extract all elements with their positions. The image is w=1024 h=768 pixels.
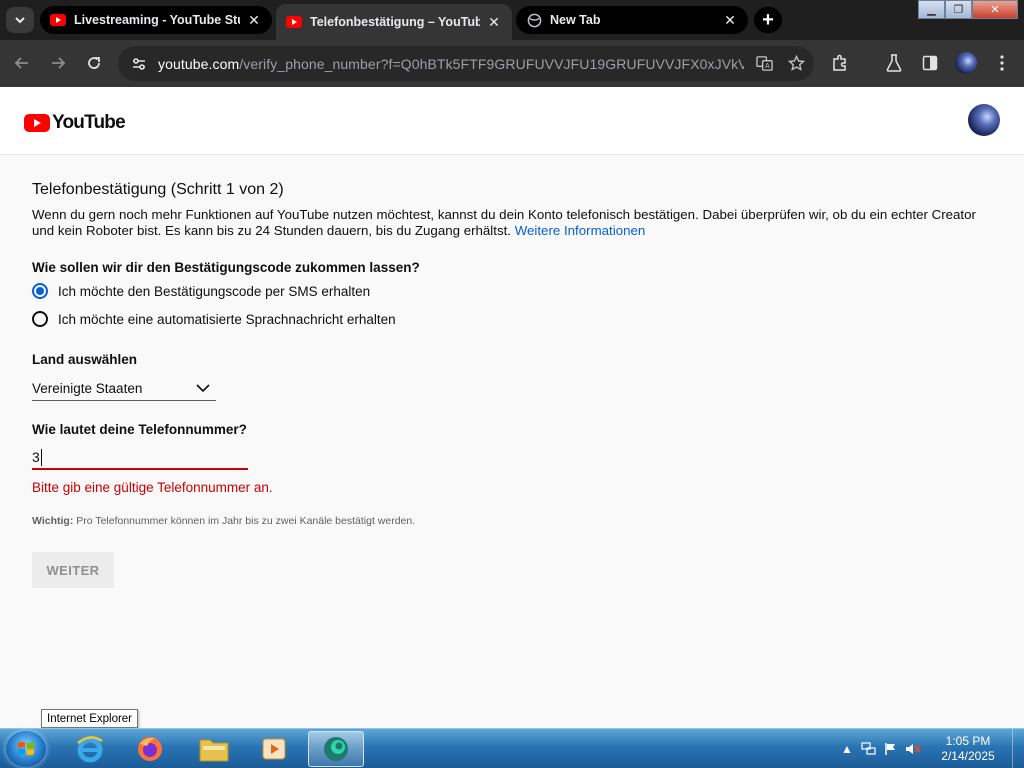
tab-search-button[interactable]: [6, 7, 34, 33]
start-button[interactable]: [6, 731, 46, 767]
new-tab-button[interactable]: +: [754, 7, 782, 33]
forward-arrow-icon[interactable]: [46, 51, 70, 75]
tab-title: Livestreaming - YouTube Studio: [74, 13, 240, 27]
action-center-flag-icon[interactable]: [880, 738, 902, 760]
tab-title: Telefonbestätigung – YouTube: [310, 15, 480, 29]
windows-logo-icon: [18, 741, 34, 756]
file-explorer-taskbar-button[interactable]: [186, 731, 242, 767]
url-host: youtube.com: [158, 55, 240, 72]
tab-new-tab[interactable]: New Tab ✕: [516, 6, 748, 34]
note-text: Pro Telefonnummer können im Jahr bis zu …: [76, 515, 416, 527]
system-tray: ▲ 1:05 PM 2/14/2025: [836, 729, 1024, 768]
more-info-link[interactable]: Weitere Informationen: [515, 223, 646, 238]
country-select-value: Vereinigte Staaten: [32, 380, 143, 396]
phone-number-input[interactable]: [32, 446, 248, 470]
tab-title: New Tab: [550, 13, 601, 27]
taskbar-tooltip: Internet Explorer: [41, 709, 139, 728]
browser-app-icon: [324, 737, 348, 761]
delivery-method-label: Wie sollen wir dir den Bestätigungscode …: [32, 260, 420, 275]
url-path: /verify_phone_number?f=Q0hBTk5FTF9GRUFUV…: [239, 55, 744, 72]
side-panel-icon[interactable]: [918, 51, 942, 75]
browser-taskbar-button[interactable]: [308, 731, 364, 767]
youtube-wordmark: YouTube: [52, 112, 126, 133]
media-player-taskbar-button[interactable]: [246, 731, 302, 767]
radio-voice[interactable]: [32, 311, 48, 327]
browser-tabstrip: Livestreaming - YouTube Studio ✕ Telefon…: [0, 0, 1024, 40]
youtube-header: YouTube: [0, 87, 1024, 155]
address-bar[interactable]: youtube.com/verify_phone_number?f=Q0hBTk…: [118, 46, 814, 81]
volume-muted-icon[interactable]: [902, 738, 924, 760]
form-description: Wenn du gern noch mehr Funktionen auf Yo…: [32, 207, 992, 239]
tab-close-icon[interactable]: ✕: [486, 14, 502, 30]
svg-text:A: A: [765, 62, 770, 70]
labs-flask-icon[interactable]: [882, 51, 906, 75]
clock-date: 2/14/2025: [941, 749, 995, 763]
next-button[interactable]: WEITER: [32, 552, 114, 588]
option-voice-label: Ich möchte eine automatisierte Sprachnac…: [58, 311, 396, 327]
option-voice[interactable]: Ich möchte eine automatisierte Sprachnac…: [32, 311, 396, 327]
window-controls: ▁ ❐ ✕: [918, 0, 1018, 20]
firefox-icon: [138, 737, 162, 761]
clock-time: 1:05 PM: [945, 734, 991, 748]
network-icon[interactable]: [858, 738, 880, 760]
account-avatar[interactable]: [968, 104, 1000, 136]
media-player-icon: [262, 738, 286, 760]
tab-close-icon[interactable]: ✕: [722, 12, 738, 28]
profile-avatar[interactable]: [954, 51, 978, 75]
site-settings-icon[interactable]: [126, 56, 152, 72]
internet-explorer-taskbar-button[interactable]: [62, 731, 118, 767]
globe-icon: [526, 12, 542, 28]
radio-sms[interactable]: [32, 283, 48, 299]
important-note: Wichtig: Pro Telefonnummer können im Jah…: [32, 515, 415, 527]
translate-icon[interactable]: A: [752, 52, 776, 76]
tab-livestreaming[interactable]: Livestreaming - YouTube Studio ✕: [40, 6, 272, 34]
kebab-menu-icon[interactable]: [990, 51, 1014, 75]
show-desktop-button[interactable]: [1012, 729, 1024, 768]
phone-error-message: Bitte gib eine gültige Telefonnummer an.: [32, 480, 273, 495]
taskbar-clock[interactable]: 1:05 PM 2/14/2025: [930, 734, 1006, 764]
text-caret: [41, 449, 42, 466]
show-hidden-icons-icon[interactable]: ▲: [836, 738, 858, 760]
youtube-favicon-icon: [50, 12, 66, 28]
country-label: Land auswählen: [32, 352, 138, 367]
bookmark-star-icon[interactable]: [784, 52, 808, 76]
back-arrow-icon[interactable]: [10, 51, 34, 75]
chevron-down-icon: [196, 383, 210, 392]
maximize-button[interactable]: ❐: [945, 0, 972, 19]
minimize-button[interactable]: ▁: [918, 0, 945, 19]
windows-taskbar: ▲ 1:05 PM 2/14/2025: [0, 728, 1024, 768]
chevron-down-icon: [15, 17, 25, 24]
close-window-button[interactable]: ✕: [972, 0, 1018, 19]
tab-close-icon[interactable]: ✕: [246, 12, 262, 28]
internet-explorer-icon: [77, 736, 103, 763]
country-select[interactable]: Vereinigte Staaten: [32, 376, 216, 401]
browser-toolbar: youtube.com/verify_phone_number?f=Q0hBTk…: [0, 40, 1024, 87]
firefox-taskbar-button[interactable]: [122, 731, 178, 767]
youtube-favicon-icon: [286, 14, 302, 30]
reload-icon[interactable]: [82, 51, 106, 75]
phone-label: Wie lautet deine Telefonnummer?: [32, 422, 247, 437]
description-text: Wenn du gern noch mehr Funktionen auf Yo…: [32, 207, 976, 238]
youtube-logo[interactable]: YouTube: [24, 112, 126, 134]
youtube-play-icon: [24, 114, 50, 132]
extensions-puzzle-icon[interactable]: [828, 51, 852, 75]
option-sms[interactable]: Ich möchte den Bestätigungscode per SMS …: [32, 283, 370, 299]
page-title: Telefonbestätigung (Schritt 1 von 2): [32, 181, 284, 198]
tab-telefonbestaetigung[interactable]: Telefonbestätigung – YouTube ✕: [276, 4, 512, 40]
option-sms-label: Ich möchte den Bestätigungscode per SMS …: [58, 283, 371, 299]
url-text: youtube.com/verify_phone_number?f=Q0hBTk…: [158, 56, 744, 72]
folder-icon: [199, 739, 229, 762]
note-bold-label: Wichtig:: [32, 515, 74, 527]
